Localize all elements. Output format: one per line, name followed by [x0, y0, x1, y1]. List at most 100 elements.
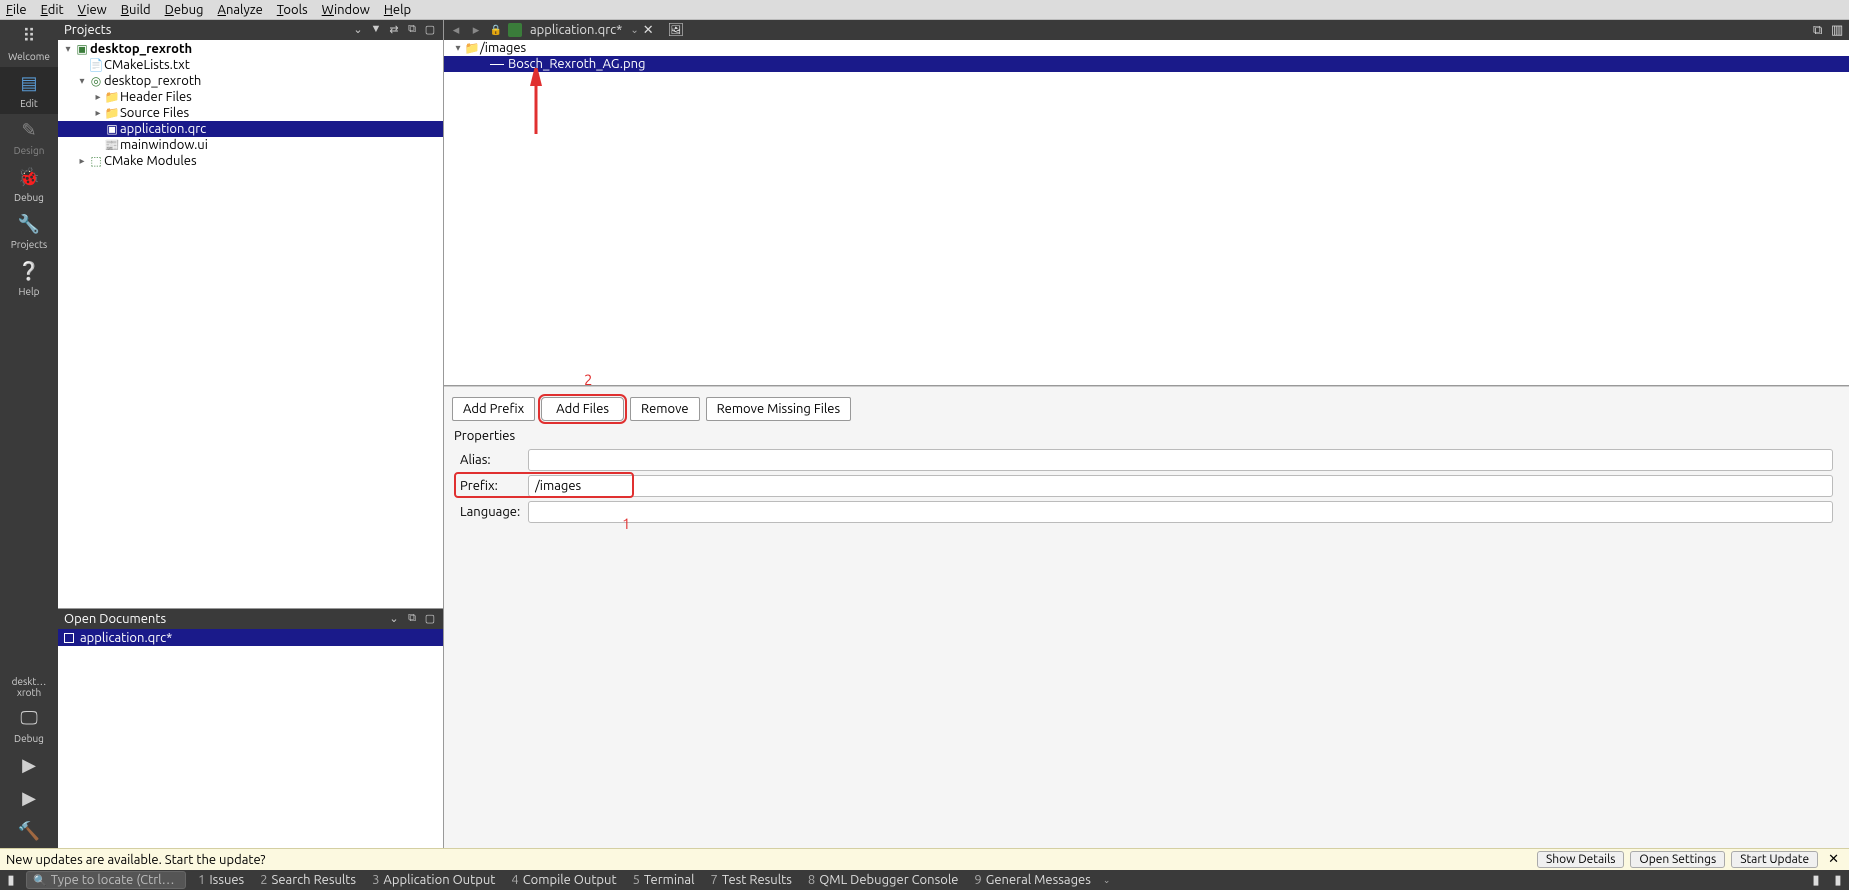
tree-connector-icon — [490, 64, 504, 65]
hammer-icon: 🔨 — [0, 821, 58, 842]
mode-welcome[interactable]: ⠿ Welcome — [0, 20, 58, 67]
mode-debug[interactable]: 🐞 Debug — [0, 161, 58, 208]
split-icon[interactable]: ⧉ — [405, 23, 419, 37]
close-icon[interactable]: ✕ — [643, 23, 654, 38]
status-bar: ▮ 🔍 Type to locate (Ctrl… 1Issues 2Searc… — [0, 870, 1849, 890]
locator-input[interactable]: 🔍 Type to locate (Ctrl… — [26, 871, 186, 889]
output-qml[interactable]: 8QML Debugger Console — [804, 873, 963, 887]
mode-help[interactable]: ❔ Help — [0, 255, 58, 302]
editor-toolbar: ◂ ▸ 🔒 application.qrc* ⌄ ✕ 🖼 ⧉ ▥ — [444, 20, 1849, 40]
menu-view[interactable]: View — [78, 3, 107, 17]
menu-window[interactable]: Window — [322, 3, 370, 17]
menu-debug[interactable]: Debug — [165, 3, 204, 17]
language-label: Language: — [460, 505, 520, 519]
twisty-icon[interactable]: ▾ — [452, 42, 464, 54]
tree-target[interactable]: ▾ ◎ desktop_rexroth — [58, 73, 443, 89]
chevron-down-icon[interactable]: ⌄ — [1103, 875, 1111, 886]
project-tree[interactable]: ▾ ▣ desktop_rexroth 📄 CMakeLists.txt ▾ ◎… — [58, 40, 443, 608]
sidebar-toggle-icon[interactable]: ▥ — [1831, 23, 1845, 37]
open-doc-item[interactable]: application.qrc* — [58, 629, 443, 646]
add-files-button[interactable]: Add Files — [541, 397, 624, 421]
tree-ui-file[interactable]: 📰 mainwindow.ui — [58, 137, 443, 153]
sidebar-toggle-right-icon[interactable]: ▮ — [1831, 873, 1845, 888]
project-icon: ▣ — [74, 42, 90, 56]
target-selector[interactable]: 🖵 Debug — [0, 702, 58, 749]
add-prefix-button[interactable]: Add Prefix — [452, 397, 535, 421]
tree-headers[interactable]: ▸ 📁 Header Files — [58, 89, 443, 105]
debug-run-button[interactable]: ▶ — [0, 782, 58, 815]
close-panel-icon[interactable]: ▢ — [423, 612, 437, 626]
wrench-icon: 🔧 — [0, 214, 58, 235]
resource-prefix-row[interactable]: ▾ 📁 /images — [444, 40, 1849, 56]
help-icon: ❔ — [0, 261, 58, 282]
output-tests[interactable]: 7Test Results — [707, 873, 796, 887]
resource-file-row[interactable]: Bosch_Rexroth_AG.png — [444, 56, 1849, 72]
mode-projects[interactable]: 🔧 Projects — [0, 208, 58, 255]
start-update-button[interactable]: Start Update — [1731, 851, 1818, 868]
split-icon[interactable]: ⧉ — [405, 612, 419, 626]
menu-tools[interactable]: Tools — [277, 3, 308, 17]
close-icon[interactable]: ✕ — [1824, 852, 1843, 867]
resource-tree-pane[interactable]: ▾ 📁 /images Bosch_Rexroth_AG.png — [444, 40, 1849, 386]
image-icon[interactable]: 🖼 — [668, 23, 685, 38]
alias-input[interactable] — [528, 449, 1833, 471]
kit-selector-label[interactable]: deskt…xroth — [0, 672, 58, 702]
tree-project-root[interactable]: ▾ ▣ desktop_rexroth — [58, 41, 443, 57]
progress-icon[interactable]: ▮ — [1809, 873, 1823, 888]
split-right-icon[interactable]: ⧉ — [1813, 23, 1827, 37]
menu-file[interactable]: File — [6, 3, 27, 17]
tree-file-cmakelists[interactable]: 📄 CMakeLists.txt — [58, 57, 443, 73]
mode-design[interactable]: ✎ Design — [0, 114, 58, 161]
open-docs-list[interactable]: application.qrc* — [58, 629, 443, 848]
output-terminal[interactable]: 5Terminal — [629, 873, 699, 887]
menu-build[interactable]: Build — [121, 3, 151, 17]
output-app[interactable]: 3Application Output — [368, 873, 499, 887]
run-button[interactable]: ▶ — [0, 749, 58, 782]
prefix-input[interactable] — [528, 475, 1833, 497]
twisty-icon[interactable]: ▸ — [92, 107, 104, 119]
twisty-icon[interactable]: ▸ — [76, 155, 88, 167]
menu-edit[interactable]: Edit — [41, 3, 64, 17]
mode-projects-label: Projects — [11, 239, 47, 250]
nav-fwd-icon[interactable]: ▸ — [468, 23, 484, 38]
link-icon[interactable]: ⇄ — [387, 23, 401, 37]
chevron-down-icon[interactable]: ⌄ — [351, 23, 365, 37]
output-general[interactable]: 9General Messages — [970, 873, 1094, 887]
show-details-button[interactable]: Show Details — [1537, 851, 1624, 868]
resource-prefix-label: /images — [480, 41, 526, 55]
remove-button[interactable]: Remove — [630, 397, 700, 421]
filter-icon[interactable]: ▼ — [369, 23, 383, 37]
tree-label: application.qrc — [120, 122, 206, 136]
editor-open-file[interactable]: application.qrc* — [526, 23, 626, 37]
twisty-icon[interactable]: ▸ — [92, 91, 104, 103]
mode-edit[interactable]: ▤ Edit — [0, 67, 58, 114]
tree-label: Header Files — [120, 90, 192, 104]
nav-back-icon[interactable]: ◂ — [448, 23, 464, 38]
chevron-down-icon[interactable]: ⌄ — [387, 612, 401, 626]
remove-missing-button[interactable]: Remove Missing Files — [706, 397, 852, 421]
output-compile[interactable]: 4Compile Output — [507, 873, 620, 887]
menu-analyze[interactable]: Analyze — [218, 3, 263, 17]
twisty-icon[interactable]: ▾ — [62, 43, 74, 55]
language-input[interactable] — [528, 501, 1833, 523]
output-search[interactable]: 2Search Results — [256, 873, 360, 887]
tree-sources[interactable]: ▸ 📁 Source Files — [58, 105, 443, 121]
sidebar-toggle-left-icon[interactable]: ▮ — [4, 873, 18, 888]
tree-qrc-file[interactable]: ▣ application.qrc — [58, 121, 443, 137]
mode-edit-label: Edit — [20, 98, 38, 109]
locator-placeholder: Type to locate (Ctrl… — [51, 873, 175, 887]
tree-label: Source Files — [120, 106, 189, 120]
open-settings-button[interactable]: Open Settings — [1630, 851, 1725, 868]
mode-welcome-label: Welcome — [8, 51, 50, 62]
search-icon: 🔍 — [33, 874, 47, 887]
chevron-down-icon[interactable]: ⌄ — [630, 24, 638, 36]
tree-cmake-modules[interactable]: ▸ ⬚ CMake Modules — [58, 153, 443, 169]
close-panel-icon[interactable]: ▢ — [423, 23, 437, 37]
lock-icon[interactable]: 🔒 — [488, 24, 504, 36]
output-issues[interactable]: 1Issues — [194, 873, 248, 887]
build-button[interactable]: 🔨 — [0, 815, 58, 848]
twisty-icon[interactable]: ▾ — [76, 75, 88, 87]
menu-help[interactable]: Help — [384, 3, 411, 17]
resource-file-label: Bosch_Rexroth_AG.png — [508, 57, 645, 71]
notification-message: New updates are available. Start the upd… — [6, 853, 1531, 867]
